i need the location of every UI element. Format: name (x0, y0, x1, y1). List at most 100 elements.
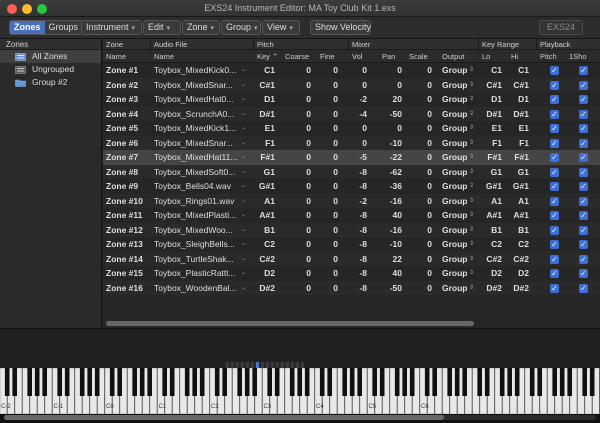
file-dropdown-icon[interactable]: ⌄ (241, 78, 246, 93)
cell-hi[interactable]: E1 (509, 121, 529, 136)
cell-key[interactable]: G#1 (253, 179, 275, 194)
pitch-checkbox[interactable]: ✓ (550, 254, 559, 264)
output-stepper-icon[interactable]: ⇕ (469, 252, 474, 267)
cell-file[interactable]: Toybox_ScrunchA0... (154, 107, 238, 122)
groups-view-button[interactable]: Groups (45, 21, 83, 34)
black-key[interactable] (117, 368, 122, 396)
cell-key[interactable]: D1 (253, 92, 275, 107)
black-key[interactable] (304, 368, 310, 396)
cell-file[interactable]: Toybox_MixedSnar... (154, 78, 238, 93)
file-dropdown-icon[interactable]: ⌄ (241, 223, 246, 238)
cell-vol[interactable]: -2 (349, 194, 367, 209)
output-stepper-icon[interactable]: ⇕ (469, 63, 474, 78)
cell-scale[interactable]: 0 (407, 194, 432, 209)
black-key[interactable] (462, 368, 467, 396)
cell-fine[interactable]: 0 (317, 136, 338, 151)
black-key[interactable] (402, 368, 407, 396)
cell-coarse[interactable]: 0 (285, 194, 311, 209)
black-key[interactable] (192, 368, 197, 396)
sidebar-item-all-zones[interactable]: All Zones (0, 50, 101, 63)
output-stepper-icon[interactable]: ⇕ (469, 92, 474, 107)
col-header-scale[interactable]: Scale (409, 50, 428, 63)
cell-lo[interactable]: D2 (482, 266, 502, 281)
edit-menu[interactable]: Edit ▾ (143, 20, 181, 35)
black-key[interactable] (507, 368, 512, 396)
black-key[interactable] (4, 368, 10, 396)
black-key[interactable] (169, 368, 175, 396)
cell-file[interactable]: Toybox_MixedHat11... (154, 150, 238, 165)
cell-coarse[interactable]: 0 (285, 252, 311, 267)
cell-pan[interactable]: 0 (375, 121, 402, 136)
cell-vol[interactable]: -8 (349, 165, 367, 180)
one-shot-checkbox[interactable]: ✓ (579, 109, 588, 119)
black-key[interactable] (162, 368, 167, 396)
sidebar-item-group-2[interactable]: Group #2 (0, 76, 101, 89)
cell-zone[interactable]: Zone #4 (106, 107, 150, 122)
file-dropdown-icon[interactable]: ⌄ (241, 194, 246, 209)
cell-file[interactable]: Toybox_SleighBells... (154, 237, 238, 252)
black-key[interactable] (454, 368, 460, 396)
black-key[interactable] (514, 368, 520, 396)
cell-file[interactable]: Toybox_MixedKick0... (154, 63, 238, 78)
exs24-button[interactable]: EXS24 (539, 20, 583, 35)
col-header-vol[interactable]: Vol (352, 50, 362, 63)
cell-scale[interactable]: 0 (407, 223, 432, 238)
cell-output[interactable]: Group (442, 165, 467, 180)
cell-fine[interactable]: 0 (317, 63, 338, 78)
cell-output[interactable]: Group (442, 208, 467, 223)
output-stepper-icon[interactable]: ⇕ (469, 107, 474, 122)
cell-coarse[interactable]: 0 (285, 281, 311, 296)
cell-lo[interactable]: F#1 (482, 150, 502, 165)
one-shot-checkbox[interactable]: ✓ (579, 225, 588, 235)
cell-coarse[interactable]: 0 (285, 121, 311, 136)
output-stepper-icon[interactable]: ⇕ (469, 165, 474, 180)
file-dropdown-icon[interactable]: ⌄ (241, 121, 246, 136)
cell-output[interactable]: Group (442, 107, 467, 122)
zone-menu[interactable]: Zone ▾ (182, 20, 220, 35)
show-velocity-button[interactable]: Show Velocity (310, 20, 371, 35)
output-stepper-icon[interactable]: ⇕ (469, 150, 474, 165)
cell-hi[interactable]: G1 (509, 165, 529, 180)
cell-zone[interactable]: Zone #13 (106, 237, 150, 252)
black-key[interactable] (394, 368, 400, 396)
cell-vol[interactable]: -4 (349, 107, 367, 122)
cell-lo[interactable]: E1 (482, 121, 502, 136)
cell-file[interactable]: Toybox_WoodenBal... (154, 281, 238, 296)
cell-zone[interactable]: Zone #2 (106, 78, 150, 93)
one-shot-checkbox[interactable]: ✓ (579, 240, 588, 249)
pitch-checkbox[interactable]: ✓ (550, 196, 559, 206)
black-key[interactable] (297, 368, 302, 396)
table-row[interactable]: Zone #4 Toybox_ScrunchA0... D#1 0 0 -4 -50 0 Gro… (103, 106, 600, 122)
cell-output[interactable]: Group (442, 78, 467, 93)
cell-pan[interactable]: 0 (375, 78, 402, 93)
cell-lo[interactable]: D#2 (482, 281, 502, 296)
cell-coarse[interactable]: 0 (285, 237, 311, 252)
black-key[interactable] (57, 368, 62, 396)
cell-vol[interactable]: 0 (349, 63, 367, 78)
table-row[interactable]: Zone #3 Toybox_MixedHat0... D1 0 0 -2 20 0 Group… (103, 92, 600, 107)
black-key[interactable] (274, 368, 280, 396)
table-row[interactable]: Zone #9 Toybox_Bells04.wav G#1 0 0 -8 -36 0 Grou… (103, 179, 600, 194)
cell-file[interactable]: Toybox_Bells04.wav (154, 179, 238, 194)
col-header-zone-name[interactable]: Name (106, 50, 126, 63)
cell-file[interactable]: Toybox_Rings01.wav (154, 194, 238, 209)
output-stepper-icon[interactable]: ⇕ (469, 121, 474, 136)
cell-lo[interactable]: C1 (482, 63, 502, 78)
cell-zone[interactable]: Zone #1 (106, 63, 150, 78)
black-key[interactable] (327, 368, 332, 396)
table-row[interactable]: Zone #7 Toybox_MixedHat11... F#1 0 0 -5 -22 0 Gr… (103, 150, 600, 165)
cell-hi[interactable]: D#1 (509, 107, 529, 122)
cell-fine[interactable]: 0 (317, 121, 338, 136)
cell-lo[interactable]: C#2 (482, 252, 502, 267)
cell-pan[interactable]: 40 (375, 266, 402, 281)
table-row[interactable]: Zone #8 Toybox_MixedSoft0... G1 0 0 -8 -62 0 Gro… (103, 164, 600, 180)
cell-file[interactable]: Toybox_TurtleShak... (154, 252, 238, 267)
cell-pan[interactable]: -16 (375, 223, 402, 238)
cell-key[interactable]: C#2 (253, 252, 275, 267)
cell-coarse[interactable]: 0 (285, 78, 311, 93)
black-key[interactable] (499, 368, 505, 396)
output-stepper-icon[interactable]: ⇕ (469, 78, 474, 93)
cell-zone[interactable]: Zone #10 (106, 194, 150, 209)
output-stepper-icon[interactable]: ⇕ (469, 136, 474, 151)
file-dropdown-icon[interactable]: ⌄ (241, 165, 246, 180)
